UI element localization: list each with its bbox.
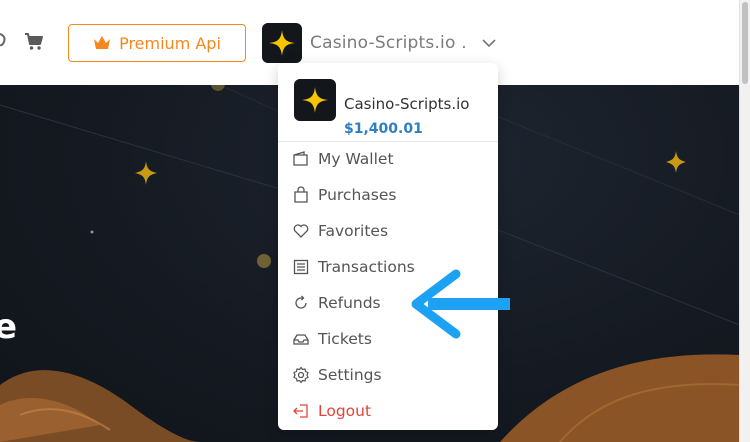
dropdown-user-summary: Casino-Scripts.io $1,400.01	[294, 79, 484, 141]
menu-item-label: Logout	[318, 402, 372, 420]
user-menu-trigger[interactable]: Casino-Scripts.io .	[262, 23, 497, 63]
menu-item-my-wallet[interactable]: My Wallet	[292, 141, 488, 177]
dropdown-user-name: Casino-Scripts.io	[344, 95, 470, 113]
premium-api-label: Premium Api	[119, 33, 221, 53]
dropdown-user-avatar	[294, 79, 336, 121]
user-avatar	[262, 23, 302, 63]
annotation-arrow	[411, 269, 510, 339]
sparkle-logo-icon	[302, 87, 328, 113]
page-scrollbar[interactable]	[739, 0, 750, 442]
wallet-balance: $1,400.01	[344, 121, 423, 137]
user-display-name: Casino-Scripts.io .	[310, 33, 467, 53]
menu-item-logout[interactable]: Logout	[292, 393, 488, 429]
refund-icon	[295, 295, 307, 309]
menu-item-label: Purchases	[318, 186, 397, 204]
menu-item-label: Favorites	[318, 222, 389, 240]
chevron-down-icon	[482, 39, 496, 48]
menu-item-purchases[interactable]: Purchases	[292, 177, 488, 213]
cart-icon[interactable]	[24, 32, 44, 52]
wallet-icon	[293, 151, 308, 166]
menu-item-settings[interactable]: Settings	[292, 357, 488, 393]
menu-item-label: Tickets	[318, 330, 372, 348]
hero-headline-fragment: e	[0, 307, 18, 347]
menu-item-label: Settings	[318, 366, 382, 384]
menu-item-favorites[interactable]: Favorites	[292, 213, 488, 249]
premium-api-button[interactable]: Premium Api	[68, 24, 246, 62]
menu-item-label: Refunds	[318, 294, 381, 312]
shopping-bag-icon	[294, 186, 308, 203]
gear-icon	[293, 366, 309, 384]
menu-item-label: My Wallet	[318, 150, 394, 168]
menu-item-label: Transactions	[318, 258, 415, 276]
heart-icon	[293, 224, 309, 238]
sparkle-logo-icon	[269, 30, 295, 56]
partial-icon-left[interactable]	[0, 30, 8, 50]
crown-icon	[94, 36, 111, 49]
ticket-icon	[293, 334, 309, 345]
list-icon	[293, 259, 309, 275]
user-dropdown-menu: Casino-Scripts.io $1,400.01 My Wallet Pu…	[278, 63, 498, 430]
scrollbar-thumb[interactable]	[742, 2, 748, 84]
logout-icon	[293, 404, 308, 418]
